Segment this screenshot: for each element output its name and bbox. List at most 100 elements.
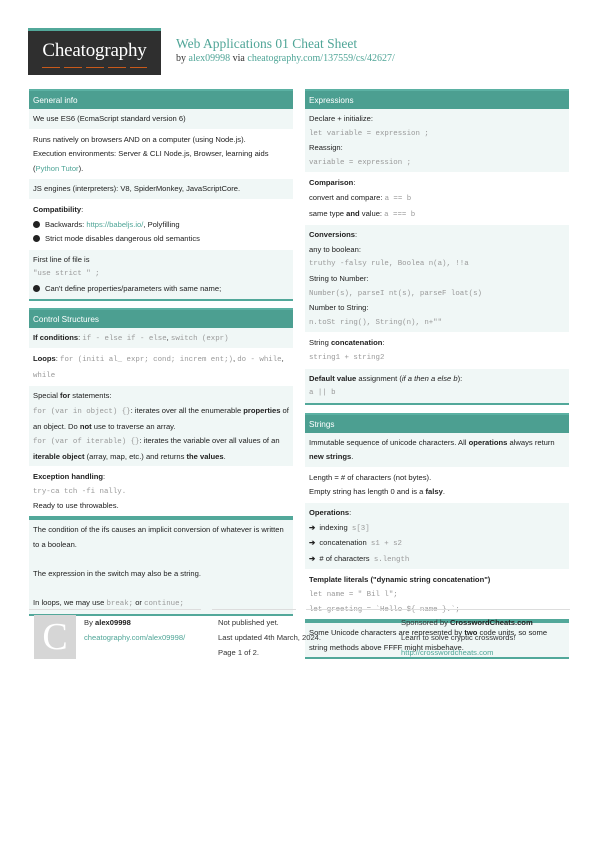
bold-text: concatenation <box>330 338 383 348</box>
byline: by alex09998 via cheatography.com/137559… <box>176 53 395 64</box>
text: In loops, we may use <box>33 598 107 608</box>
text: convert and compare: <box>309 192 385 202</box>
empty-text: Empty string has length 0 and is a falsy… <box>309 485 565 500</box>
concat-title: String concatenation: <box>309 336 565 351</box>
exec-text: Execution environments: Server & CLI Nod… <box>33 147 289 176</box>
bold-text: properties <box>243 405 281 415</box>
colon: : <box>382 338 385 348</box>
row-runs: Runs natively on browsers AND on a compu… <box>29 128 293 179</box>
strict-eq-code: a === b <box>384 210 416 219</box>
author-avatar[interactable]: C <box>34 615 76 659</box>
concat-code: string1 + string2 <box>309 353 385 362</box>
row-comparison: Comparison: convert and compare: a == b … <box>305 172 569 224</box>
special-pre: Special <box>33 391 61 401</box>
section-title: Expressions <box>305 89 569 109</box>
bullet-icon <box>33 284 40 292</box>
op-item: ➔ concatenation s1 + s2 <box>309 536 565 552</box>
row-es6: We use ES6 (EcmaScript standard version … <box>29 109 293 129</box>
row-concatenation: String concatenation: string1 + string2 <box>305 332 569 367</box>
text: use to traverse an array. <box>91 421 176 431</box>
published-status: Not published yet. <box>218 618 279 627</box>
bold-text: and <box>346 208 360 218</box>
arrow-right-icon: ➔ <box>309 522 316 532</box>
author-url-link[interactable]: cheatography.com/alex09998/ <box>84 630 185 645</box>
operations-title: Operations: <box>309 506 565 521</box>
default-title: Default value assignment (if a then a el… <box>309 372 565 387</box>
reassign-label: Reassign: <box>309 143 343 153</box>
operations-label: Operations <box>309 508 350 518</box>
section-title: Strings <box>305 412 569 433</box>
default-code: a || b <box>309 389 336 398</box>
author-line: By alex09998 <box>84 615 185 630</box>
page-title: Web Applications 01 Cheat Sheet <box>176 36 358 51</box>
bold-text: Default value <box>309 373 357 383</box>
reassign-code: variable = expression ; <box>309 158 412 167</box>
break-code: break; <box>106 600 134 609</box>
author-name[interactable]: alex09998 <box>95 618 131 627</box>
do-while-code: do - while <box>237 356 282 365</box>
sponsor-url-link[interactable]: http://crosswordcheats.com <box>401 645 533 660</box>
bold-text: Template literals ("dynamic string conca… <box>309 575 491 585</box>
text: Immutable sequence of unicode characters… <box>309 437 469 447</box>
babel-link[interactable]: https://babeljs.io/ <box>86 220 143 229</box>
while-code: while <box>33 371 56 380</box>
bullet-icon <box>33 235 40 243</box>
exc-label: Exception handling <box>33 472 104 482</box>
page-number: Page 1 of 2. <box>218 648 259 657</box>
text: or <box>133 598 145 608</box>
sponsor-name[interactable]: CrosswordCheats.com <box>450 618 533 627</box>
colon: : <box>355 230 358 240</box>
for-code: for (initi al_ expr; cond; increm ent;) <box>60 356 233 365</box>
text: same type <box>309 208 347 218</box>
row-default-value: Default value assignment (if a then a el… <box>305 367 569 403</box>
compat-colon: : <box>81 204 84 214</box>
if-label: If conditions <box>33 332 79 342</box>
python-tutor-link[interactable]: Python Tutor <box>36 164 79 173</box>
op-item: ➔ # of characters s.length <box>309 552 565 568</box>
conversions-label: Conversions <box>309 230 355 240</box>
bold-text: the values <box>186 451 224 461</box>
by-label: By <box>84 618 95 627</box>
compat-b2-text: Strict mode disables dangerous old seman… <box>45 234 200 244</box>
op-label: indexing <box>319 522 348 532</box>
length-text: Length = # of characters (not bytes). <box>309 472 432 482</box>
compat-bullet-2: Strict mode disables dangerous old seman… <box>33 232 289 247</box>
logo-text: Cheatography <box>42 40 147 61</box>
op-code: s1 + s2 <box>370 540 402 549</box>
text: Empty string has length 0 and is a <box>309 487 426 497</box>
row-conversions: Conversions: any to boolean: truthy -fal… <box>305 224 569 333</box>
try-catch-code: try-ca tch -fi nally. <box>33 487 127 496</box>
switch-code: switch (expr) <box>170 334 229 343</box>
row-special-for: Special for statements: for (var in obje… <box>29 385 293 467</box>
to-bool-label: any to boolean: <box>309 244 361 254</box>
exception-title: Exception handling: <box>33 470 289 485</box>
section-general-info: General info We use ES6 (EcmaScript stan… <box>29 89 293 301</box>
section-title: Control Structures <box>29 307 293 328</box>
row-immutable: Immutable sequence of unicode characters… <box>305 432 569 467</box>
arrow-right-icon: ➔ <box>309 553 316 563</box>
colon: : <box>349 508 352 518</box>
loose-eq-code: a == b <box>384 194 412 203</box>
row-notes: The condition of the ifs causes an impli… <box>29 520 293 614</box>
num-to-str-label: Number to String: <box>309 303 369 313</box>
bold-text: falsy <box>425 487 443 497</box>
sheet-url-link[interactable]: cheatography.com/137559/cs/42627/ <box>247 53 394 64</box>
bullet-icon <box>33 220 40 228</box>
footer-sponsor: Sponsored by CrosswordCheats.com Learn t… <box>401 615 533 660</box>
author-link[interactable]: alex09998 <box>189 53 231 64</box>
if-code: if - else if - else <box>82 334 167 343</box>
bold-text: not <box>79 421 92 431</box>
compat-b1-suffix: , Polyfilling <box>143 219 180 229</box>
row-if: If conditions: if - else if - else, swit… <box>29 327 293 349</box>
template-code: let name = " Bil l"; <box>309 591 398 600</box>
cheatography-logo[interactable]: Cheatography <box>28 28 161 75</box>
text: ): <box>457 373 463 383</box>
op-label: # of characters <box>319 553 370 563</box>
footer-status: Not published yet. Last updated 4th Marc… <box>218 615 321 660</box>
text: assignment ( <box>356 373 402 383</box>
declare-code: let variable = expression ; <box>309 129 429 138</box>
exec-suffix: ). <box>78 163 84 173</box>
text: String <box>309 338 331 348</box>
text: : iterates over all the enumerable <box>130 405 244 415</box>
